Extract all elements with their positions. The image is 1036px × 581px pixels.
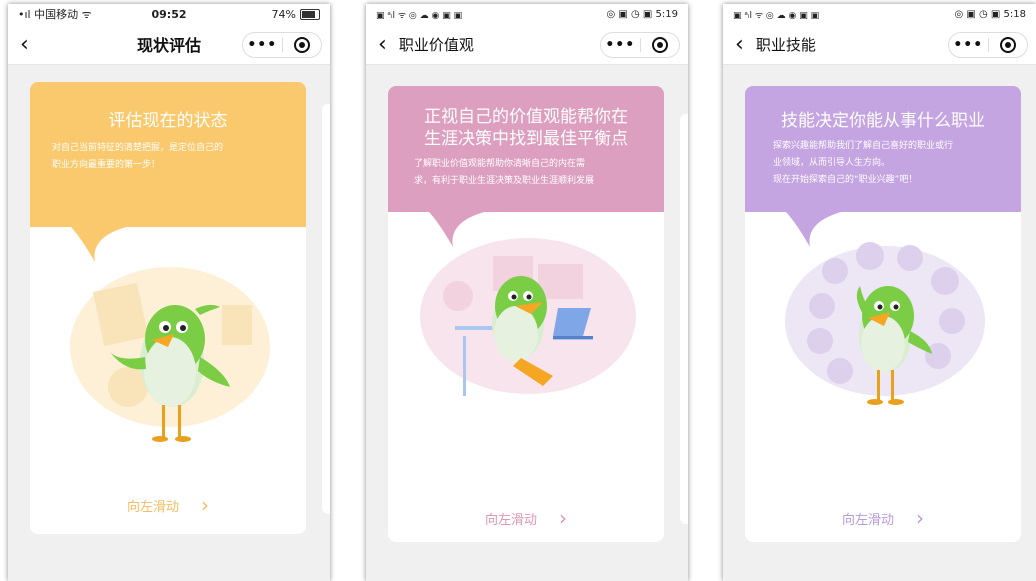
target-icon xyxy=(293,37,310,53)
target-icon xyxy=(651,37,668,53)
status-time: 09:52 xyxy=(151,7,187,21)
page-title: 职业技能 xyxy=(755,35,816,54)
speech-bubble: 技能决定你能从事什么职业 探索兴趣能帮助我们了解自己喜好的职业或行 业领域，从而… xyxy=(745,86,1021,212)
intro-card[interactable]: 评估现在的状态 对自己当前特征的清楚把握，是定位自己的 职业方向最重要的第一步！ xyxy=(30,82,306,534)
status-bar: ▣ ᵃᵢl ᯤ ◎ ☁ ◉ ▣ ▣ ◎ ▣ ◷ ▣ 5:19 xyxy=(366,4,688,24)
status-bar: ▣ ᵃᵢl ᯤ ◎ ☁ ◉ ▣ ▣ ◎ ▣ ◷ ▣ 5:18 xyxy=(723,4,1036,24)
swipe-left-hint[interactable]: 向左滑动 › xyxy=(745,506,1021,530)
next-card-peek xyxy=(680,114,688,524)
battery-percent: 74% xyxy=(271,7,296,21)
parrot-at-laptop-illustration xyxy=(420,238,636,396)
chevron-right-icon: › xyxy=(559,506,567,530)
back-icon[interactable]: ‹ xyxy=(723,32,756,57)
miniprogram-capsule: ••• xyxy=(948,32,1028,58)
bubble-text-line: 业领域，从而引导人生方向。 xyxy=(773,158,891,168)
parrot-mascot-illustration xyxy=(70,267,270,442)
speech-bubble: 评估现在的状态 对自己当前特征的清楚把握，是定位自己的 职业方向最重要的第一步！ xyxy=(30,82,306,227)
next-card-peek xyxy=(322,104,330,514)
phone-screen-career-skills: ▣ ᵃᵢl ᯤ ◎ ☁ ◉ ▣ ▣ ◎ ▣ ◷ ▣ 5:18 ‹ 职业技能 ••… xyxy=(723,4,1036,581)
chevron-right-icon: › xyxy=(916,506,924,530)
back-icon[interactable]: ‹ xyxy=(366,32,399,57)
bubble-text-line: 探索兴趣能帮助我们了解自己喜好的职业或行 xyxy=(773,141,954,151)
bubble-title: 正视自己的价值观能帮你在 生涯决策中找到最佳平衡点 xyxy=(388,86,664,150)
bubble-title-line: 正视自己的价值观能帮你在 xyxy=(424,107,628,127)
swipe-left-hint[interactable]: 向左滑动 › xyxy=(30,493,306,517)
carrier-signal: •ıl 中国移动 ᯤ xyxy=(18,8,92,21)
battery-icon xyxy=(300,8,320,20)
nav-bar: ‹ 职业价值观 ••• xyxy=(366,24,688,65)
miniprogram-capsule: ••• xyxy=(600,32,680,58)
back-icon[interactable]: ‹ xyxy=(8,32,41,57)
bubble-text-line: 职业方向最重要的第一步！ xyxy=(52,160,161,170)
swipe-label: 向左滑动 xyxy=(484,512,537,528)
bubble-text: 对自己当前特征的清楚把握，是定位自己的 职业方向最重要的第一步！ xyxy=(30,132,306,174)
status-bar: •ıl 中国移动 ᯤ 09:52 74% xyxy=(8,4,330,24)
status-time-battery: ◎ ▣ ◷ ▣ 5:18 xyxy=(954,8,1026,20)
parrot-with-skill-icons-illustration xyxy=(785,242,985,405)
bubble-text-line: 了解职业价值观能帮助你清晰自己的内在需 xyxy=(414,159,586,169)
page-title: 职业价值观 xyxy=(398,35,474,54)
bubble-title: 评估现在的状态 xyxy=(108,111,228,131)
target-icon xyxy=(999,37,1016,53)
more-button[interactable]: ••• xyxy=(243,33,282,57)
status-time-battery: ◎ ▣ ◷ ▣ 5:19 xyxy=(606,8,678,20)
battery-indicator: 74% xyxy=(272,8,320,21)
chevron-right-icon: › xyxy=(201,493,209,517)
page-title: 现状评估 xyxy=(136,36,202,55)
swipe-label: 向左滑动 xyxy=(126,499,179,515)
bubble-text: 探索兴趣能帮助我们了解自己喜好的职业或行 业领域，从而引导人生方向。 现在开始探… xyxy=(745,132,1021,189)
nav-bar: ‹ 现状评估 ••• xyxy=(8,24,330,65)
bubble-title-line: 生涯决策中找到最佳平衡点 xyxy=(424,129,628,149)
bubble-title: 技能决定你能从事什么职业 xyxy=(781,111,985,131)
swipe-label: 向左滑动 xyxy=(841,512,894,528)
phone-screen-status-assessment: •ıl 中国移动 ᯤ 09:52 74% ‹ 现状评估 ••• 评估现在的状态 … xyxy=(8,4,330,581)
bubble-text: 了解职业价值观能帮助你清晰自己的内在需 求，有利于职业生涯决策及职业生涯顺利发展 xyxy=(388,150,664,190)
close-miniprogram-button[interactable] xyxy=(989,37,1028,53)
intro-card[interactable]: 技能决定你能从事什么职业 探索兴趣能帮助我们了解自己喜好的职业或行 业领域，从而… xyxy=(745,86,1021,542)
bubble-text-line: 对自己当前特征的清楚把握，是定位自己的 xyxy=(52,143,224,153)
nav-bar: ‹ 职业技能 ••• xyxy=(723,24,1036,65)
intro-card[interactable]: 正视自己的价值观能帮你在 生涯决策中找到最佳平衡点 了解职业价值观能帮助你清晰自… xyxy=(388,86,664,542)
close-miniprogram-button[interactable] xyxy=(283,37,322,53)
status-icons: ▣ ᵃᵢl ᯤ ◎ ☁ ◉ ▣ ▣ xyxy=(733,10,820,21)
more-button[interactable]: ••• xyxy=(949,33,988,57)
bubble-text-line: 现在开始探索自己的“职业兴趣”吧！ xyxy=(773,175,918,185)
close-miniprogram-button[interactable] xyxy=(641,37,680,53)
swipe-left-hint[interactable]: 向左滑动 › xyxy=(388,506,664,530)
miniprogram-capsule: ••• xyxy=(242,32,322,58)
more-button[interactable]: ••• xyxy=(601,33,640,57)
phone-screen-career-values: ▣ ᵃᵢl ᯤ ◎ ☁ ◉ ▣ ▣ ◎ ▣ ◷ ▣ 5:19 ‹ 职业价值观 •… xyxy=(366,4,688,581)
bubble-text-line: 求，有利于职业生涯决策及职业生涯顺利发展 xyxy=(414,176,595,186)
speech-bubble: 正视自己的价值观能帮你在 生涯决策中找到最佳平衡点 了解职业价值观能帮助你清晰自… xyxy=(388,86,664,212)
status-icons: ▣ ᵃᵢl ᯤ ◎ ☁ ◉ ▣ ▣ xyxy=(376,10,463,21)
